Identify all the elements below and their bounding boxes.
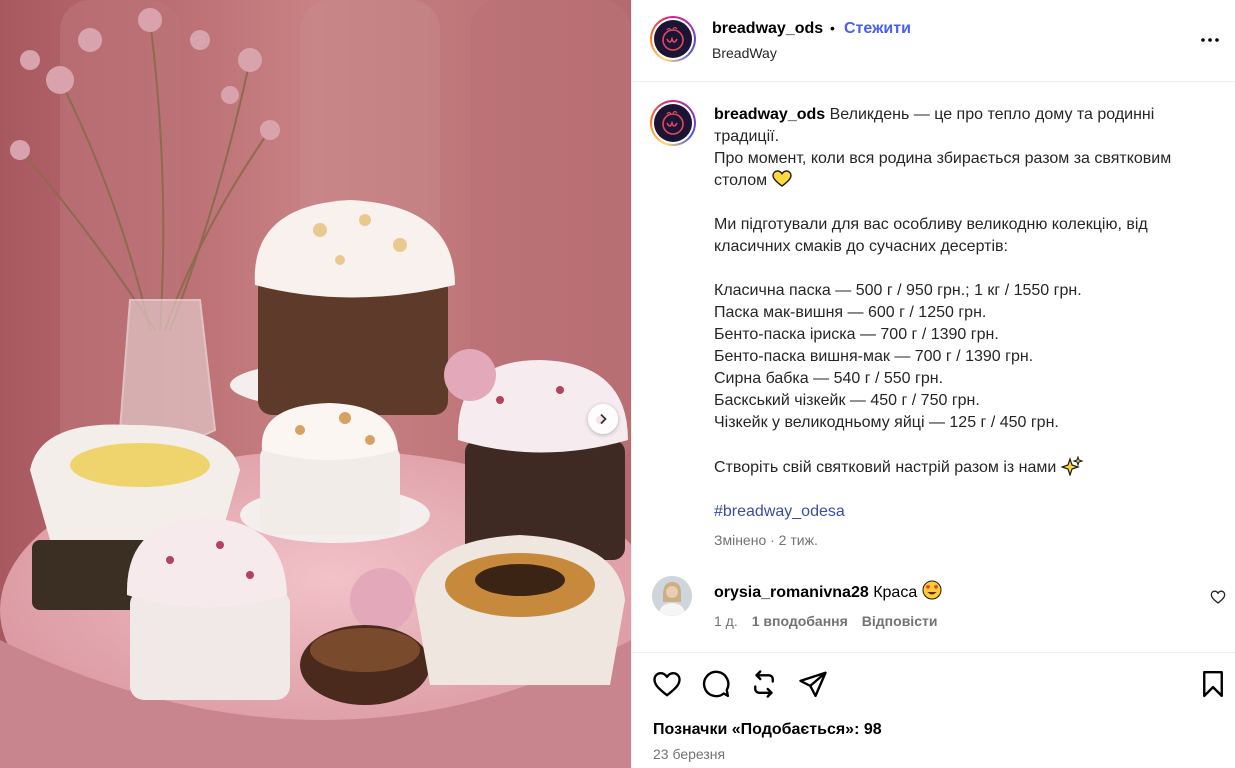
follow-button[interactable]: Стежити [844, 20, 911, 38]
caption-line: Створіть свій святковий настрій разом із… [714, 459, 1057, 476]
comment-like-heart-icon[interactable] [1210, 589, 1226, 605]
menu-item: Баскський чізкейк — 450 г / 750 грн. [714, 392, 980, 409]
menu-item: Бенто-паска іриска — 700 г / 1390 грн. [714, 326, 999, 343]
comment-username[interactable]: orysia_romanivna28 [714, 584, 869, 601]
post-subtitle[interactable]: BreadWay [712, 45, 777, 61]
repost-icon[interactable] [749, 669, 779, 699]
easter-cakes-photo [0, 0, 631, 768]
comment-likes-link[interactable]: 1 вподобання [752, 613, 848, 629]
heart-eyes-emoji-icon [922, 580, 942, 600]
comment-bubble-icon[interactable] [701, 669, 731, 699]
action-bar: Позначки «Подобається»: 98 23 березня [632, 652, 1235, 768]
profile-avatar[interactable] [650, 16, 696, 62]
like-heart-icon[interactable] [652, 669, 682, 699]
separator-dot: • [830, 20, 835, 36]
reply-button[interactable]: Відповісти [862, 613, 938, 629]
sparkles-icon [1059, 455, 1084, 477]
chevron-right-icon [600, 413, 607, 425]
more-horizontal-icon[interactable] [1198, 28, 1222, 52]
carousel-next-button[interactable] [588, 404, 618, 434]
comment: orysia_romanivna28 Краса [714, 580, 942, 602]
menu-item: Чізкейк у великодньому яйці — 125 г / 45… [714, 414, 1059, 431]
menu-item: Сирна бабка — 540 г / 550 грн. [714, 370, 944, 387]
share-send-icon[interactable] [798, 669, 828, 699]
hashtag-link[interactable]: #breadway_odesa [714, 503, 845, 520]
post-photo [0, 0, 631, 768]
comment-meta: 1 д. 1 вподобання Відповісти [714, 613, 937, 629]
menu-item: Бенто-паска вишня-мак — 700 г / 1390 грн… [714, 348, 1034, 365]
commenter-avatar[interactable] [652, 576, 692, 616]
likes-count[interactable]: Позначки «Подобається»: 98 [653, 721, 882, 739]
menu-item: Паска мак-вишня — 600 г / 1250 грн. [714, 304, 987, 321]
comment-time: 1 д. [714, 613, 738, 629]
caption-line: Ми підготували для вас особливу великодн… [714, 216, 1148, 255]
post-author-username[interactable]: breadway_ods [712, 20, 823, 38]
post-caption: breadway_ods Великдень — це про тепло до… [714, 104, 1214, 523]
post-date[interactable]: 23 березня [653, 746, 725, 762]
post-header: breadway_ods • Стежити BreadWay [632, 0, 1235, 82]
menu-item: Класична паска — 500 г / 950 грн.; 1 кг … [714, 282, 1082, 299]
post-details-panel: breadway_ods • Стежити BreadWay breadway… [631, 0, 1235, 768]
yellow-heart-icon [771, 170, 792, 187]
caption-author-avatar[interactable] [650, 100, 696, 146]
breadway-logo-icon [654, 20, 692, 58]
breadway-logo-icon [654, 104, 692, 142]
caption-meta: Змінено · 2 тиж. [714, 532, 818, 548]
comment-body: Краса [873, 584, 918, 601]
bookmark-save-icon[interactable] [1198, 669, 1228, 699]
caption-username[interactable]: breadway_ods [714, 106, 825, 123]
